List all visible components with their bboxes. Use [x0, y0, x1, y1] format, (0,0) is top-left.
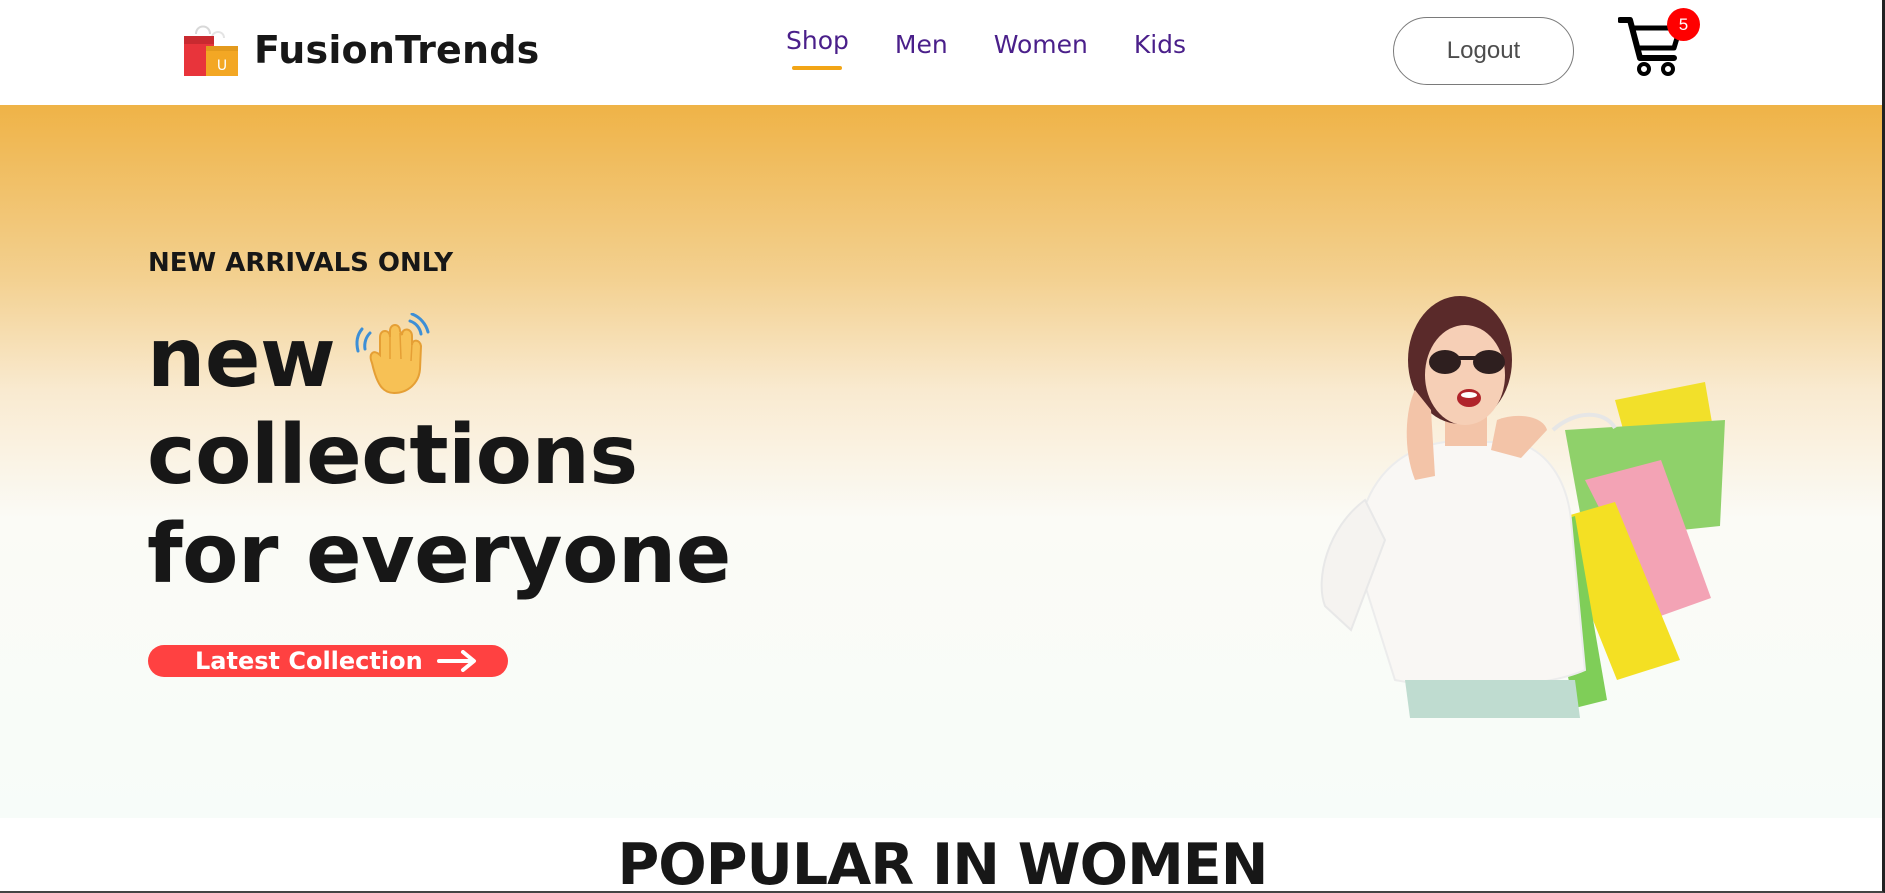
logo-letter: U	[217, 58, 227, 74]
arrow-right-icon	[436, 650, 476, 672]
waving-hand-icon	[355, 313, 430, 395]
hero-woman-image	[1320, 296, 1725, 718]
shopping-bag-icon: U	[184, 25, 238, 76]
hero-kicker: NEW ARRIVALS ONLY	[148, 248, 454, 278]
hero-headline-line2: collections	[147, 408, 638, 503]
popular-section-title: POPULAR IN WOMEN	[617, 832, 1269, 893]
nav-men[interactable]: Men	[895, 30, 948, 59]
nav-women-label: Women	[993, 30, 1088, 59]
brand-logo[interactable]: U FusionTrends	[182, 22, 539, 78]
logout-button[interactable]: Logout	[1393, 17, 1574, 85]
nav-kids[interactable]: Kids	[1134, 30, 1186, 59]
hero-headline-line1: new	[147, 311, 336, 406]
nav-men-label: Men	[894, 30, 948, 59]
nav-kids-label: Kids	[1133, 30, 1187, 59]
brand-name: FusionTrends	[254, 28, 540, 72]
nav-shop[interactable]: Shop	[786, 26, 849, 70]
nav-shop-label: Shop	[786, 26, 849, 55]
nav-active-underline	[792, 66, 842, 70]
hero-section: NEW ARRIVALS ONLY new collections for ev…	[0, 105, 1882, 818]
latest-collection-button[interactable]: Latest Collection	[148, 645, 508, 677]
hero-headline-line3: for everyone	[147, 507, 731, 602]
navbar: U FusionTrends Shop Men Women Kids Logou…	[0, 0, 1882, 105]
nav-women[interactable]: Women	[994, 30, 1088, 59]
latest-collection-label: Latest Collection	[195, 647, 423, 675]
page: U FusionTrends Shop Men Women Kids Logou…	[0, 0, 1885, 893]
cart-count-badge: 5	[1667, 8, 1700, 41]
main-nav: Shop Men Women Kids	[786, 26, 1232, 70]
